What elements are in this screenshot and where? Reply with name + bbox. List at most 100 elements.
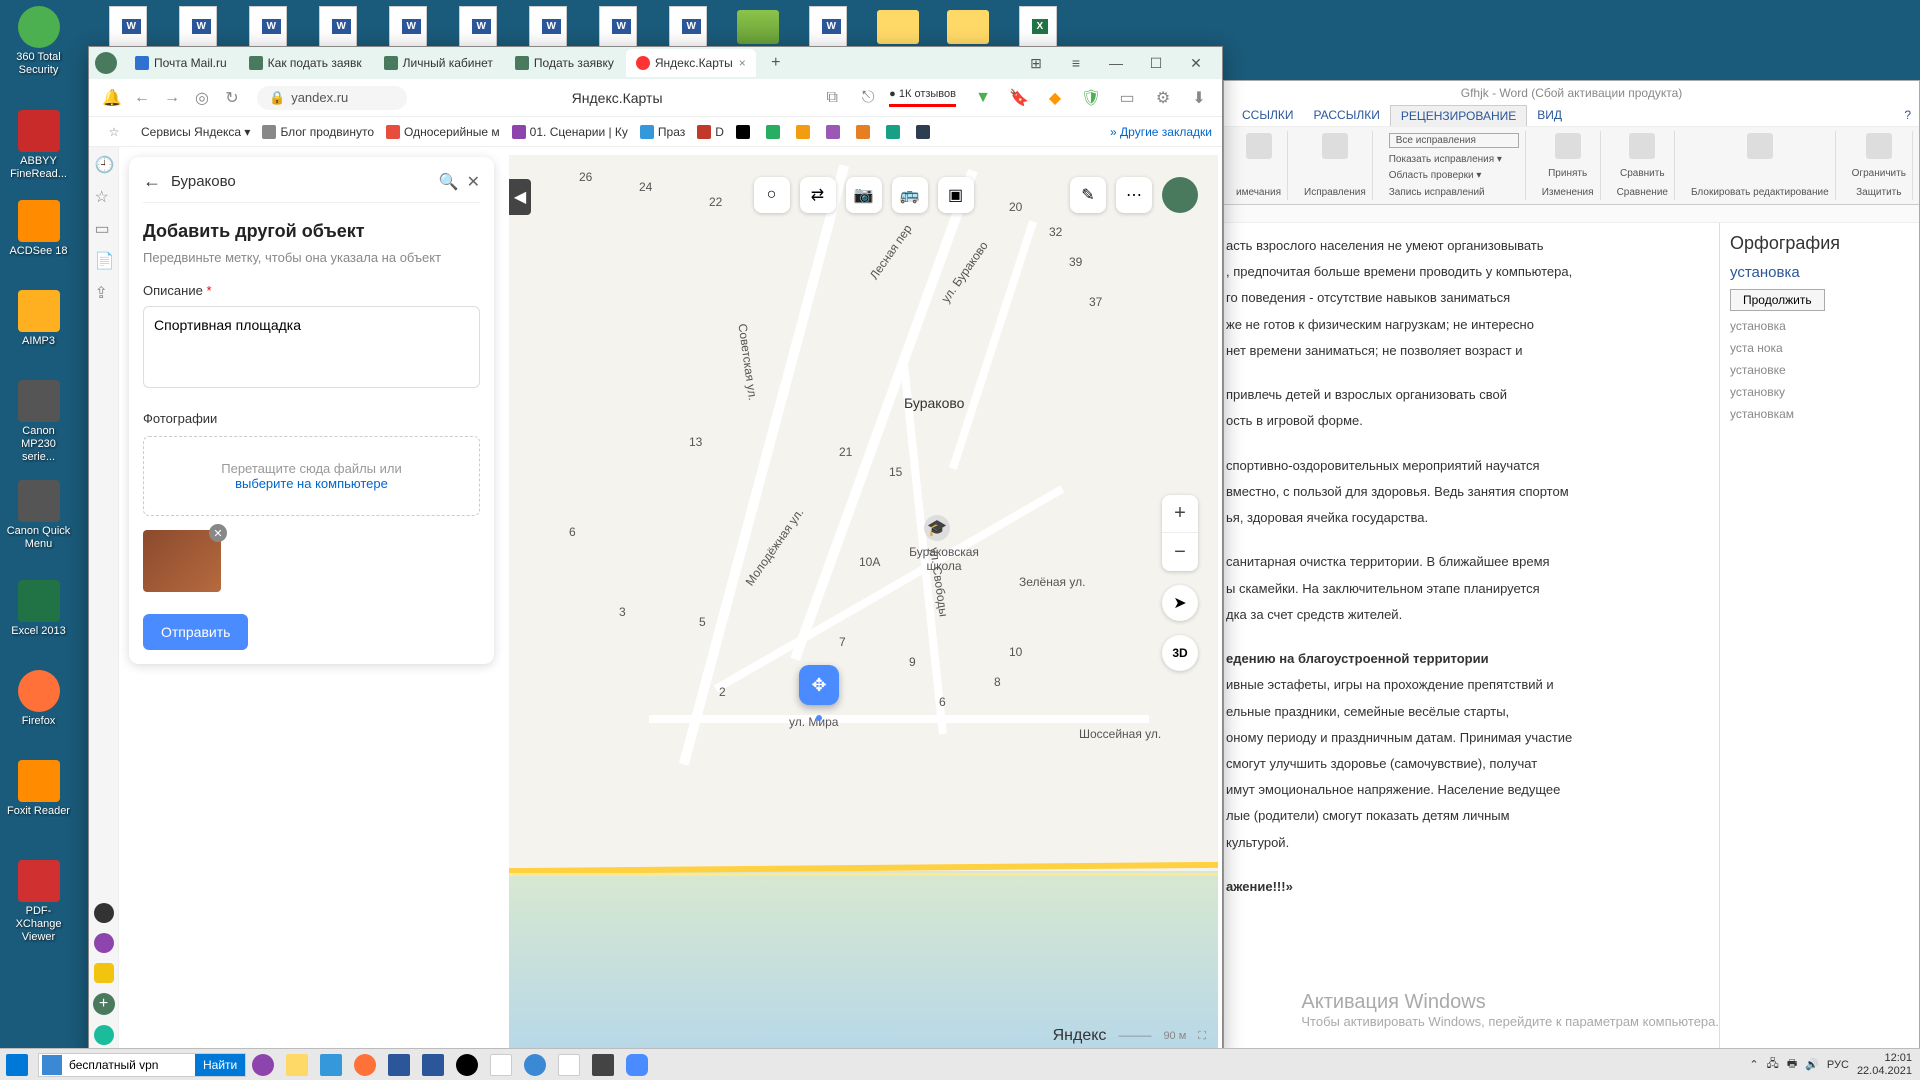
clock[interactable]: 12:0122.04.2021 (1857, 1052, 1912, 1076)
description-textarea[interactable] (143, 306, 480, 388)
close-icon[interactable]: × (739, 56, 746, 70)
add-button[interactable]: + (93, 993, 115, 1015)
camera-icon[interactable]: 📷 (846, 177, 882, 213)
bookmark[interactable]: Блог продвинуто (262, 125, 374, 139)
map-canvas[interactable]: ◀ Бураково Лесная пер ул. Бураково Молод… (509, 155, 1218, 1051)
bookmark[interactable] (826, 125, 844, 139)
delete-photo-icon[interactable]: ✕ (209, 524, 227, 542)
layers-icon[interactable]: ▣ (938, 177, 974, 213)
add-tab-button[interactable]: + (764, 51, 788, 75)
poi-school-icon[interactable]: 🎓 (924, 515, 950, 541)
folder-icon[interactable] (870, 10, 925, 44)
tab-mail[interactable]: Почта Mail.ru (125, 49, 237, 77)
bookmark[interactable] (886, 125, 904, 139)
home-icon[interactable]: ◎ (189, 85, 215, 111)
folder-icon[interactable] (940, 10, 995, 44)
tab-view[interactable]: ВИД (1527, 105, 1572, 126)
collapse-panel-icon[interactable]: ◀ (509, 179, 531, 215)
menu-icon[interactable]: ≡ (1056, 49, 1096, 77)
yandex-icon[interactable] (484, 1049, 518, 1080)
aimp-taskbar-icon[interactable] (450, 1049, 484, 1080)
tab-review[interactable]: РЕЦЕНЗИРОВАНИЕ (1390, 105, 1527, 126)
find-button[interactable]: Найти (195, 1054, 245, 1076)
taskbar-search[interactable]: Найти (38, 1053, 246, 1077)
app-foxit[interactable]: Foxit Reader (6, 760, 71, 818)
tab-mailings[interactable]: РАССЫЛКИ (1303, 105, 1389, 126)
app-icon[interactable] (586, 1049, 620, 1080)
ruler-icon[interactable]: ○ (754, 177, 790, 213)
bookmark[interactable]: 01. Сценарии | Ку (512, 125, 628, 139)
tab-account[interactable]: Личный кабинет (374, 49, 503, 77)
tab-apply[interactable]: Подать заявку (505, 49, 624, 77)
layout-icon[interactable]: ⊞ (1016, 49, 1056, 77)
bookmark[interactable]: Односерийные м (386, 125, 500, 139)
note-icon[interactable]: 📄 (95, 251, 113, 269)
ie-icon[interactable] (518, 1049, 552, 1080)
bookmark[interactable] (766, 125, 784, 139)
bookmark[interactable] (736, 125, 754, 139)
app-canon-mp230[interactable]: Canon MP230 serie... (6, 380, 71, 465)
reviews-badge[interactable]: ● 1К отзывов (889, 88, 956, 107)
back-button[interactable]: ← (129, 85, 155, 111)
shield-icon[interactable]: 🛡 (1078, 85, 1104, 111)
url-input[interactable]: 🔒yandex.ru (257, 86, 407, 110)
app-excel[interactable]: Excel 2013 (6, 580, 71, 638)
search-field[interactable] (65, 1058, 195, 1072)
app-firefox[interactable]: Firefox (6, 670, 71, 728)
transport-icon[interactable]: 🚌 (892, 177, 928, 213)
app-acdsee[interactable]: ACDSee 18 (6, 200, 71, 258)
history-icon[interactable]: 🕘 (95, 155, 113, 173)
app-canon-quick[interactable]: Canon Quick Menu (6, 480, 71, 551)
ext-icon[interactable]: ◆ (1042, 85, 1068, 111)
bookmark[interactable] (796, 125, 814, 139)
notify-icon[interactable]: 🔔 (99, 85, 125, 111)
tray-up-icon[interactable]: ⌃ (1749, 1058, 1758, 1071)
close-button[interactable]: ✕ (1176, 49, 1216, 77)
folder-icon[interactable] (730, 10, 785, 44)
back-arrow-icon[interactable]: ← (143, 171, 161, 192)
word-taskbar-icon[interactable] (382, 1049, 416, 1080)
zoom-in-button[interactable]: + (1162, 495, 1198, 533)
routes-icon[interactable]: ⇄ (800, 177, 836, 213)
3d-button[interactable]: 3D (1162, 635, 1198, 671)
search-icon[interactable]: 🔍 (439, 172, 459, 192)
print-icon[interactable]: 🖶 (1787, 1055, 1797, 1074)
bookmark-icon[interactable]: 🔖 (1006, 85, 1032, 111)
start-button[interactable] (0, 1049, 34, 1080)
continue-button[interactable]: Продолжить (1730, 289, 1825, 311)
yandex-taskbar-icon[interactable] (246, 1049, 280, 1080)
save-icon[interactable] (416, 1049, 450, 1080)
photo-dropzone[interactable]: Перетащите сюда файлы или выберите на ко… (143, 436, 480, 516)
map-pin-marker[interactable]: ✥ (799, 665, 839, 705)
app-icon[interactable] (94, 903, 114, 923)
clear-icon[interactable]: ✕ (467, 172, 480, 192)
minimize-button[interactable]: — (1096, 49, 1136, 77)
app-360[interactable]: 360 Total Security (6, 6, 71, 77)
more-icon[interactable]: ⋯ (1116, 177, 1152, 213)
submit-button[interactable]: Отправить (143, 614, 248, 650)
speaker-icon[interactable]: 🔊 (1805, 1058, 1819, 1071)
bookmark[interactable]: D (697, 125, 724, 139)
app-icon[interactable] (94, 1025, 114, 1045)
bookmark-icon[interactable]: ☆ (95, 187, 113, 205)
document-body[interactable]: асть взрослого населения не умеют органи… (1224, 223, 1719, 1049)
copy-icon[interactable]: ⧉ (819, 85, 845, 111)
downloads-icon[interactable]: ⬇ (1186, 85, 1212, 111)
locate-button[interactable]: ➤ (1162, 585, 1198, 621)
app-icon[interactable] (94, 963, 114, 983)
explorer-icon[interactable] (280, 1049, 314, 1080)
forward-button[interactable]: → (159, 85, 185, 111)
search-input[interactable]: Бураково (171, 173, 431, 190)
firefox-taskbar-icon[interactable] (348, 1049, 382, 1080)
app-pdfxchange[interactable]: PDF-XChange Viewer (6, 860, 71, 945)
ext-icon[interactable]: ▭ (1114, 85, 1140, 111)
app-abbyy[interactable]: ABBYY FineRead... (6, 110, 71, 181)
ext-icon[interactable]: ⚙ (1150, 85, 1176, 111)
app-icon[interactable] (94, 933, 114, 953)
network-icon[interactable]: 🖧 (1767, 1055, 1779, 1074)
translate-icon[interactable]: ⎋ (855, 85, 881, 111)
tab-links[interactable]: ССЫЛКИ (1232, 105, 1303, 126)
zoom-out-button[interactable]: − (1162, 533, 1198, 571)
bookmark[interactable] (916, 125, 934, 139)
more-bookmarks[interactable]: » Другие закладки (1110, 125, 1212, 139)
